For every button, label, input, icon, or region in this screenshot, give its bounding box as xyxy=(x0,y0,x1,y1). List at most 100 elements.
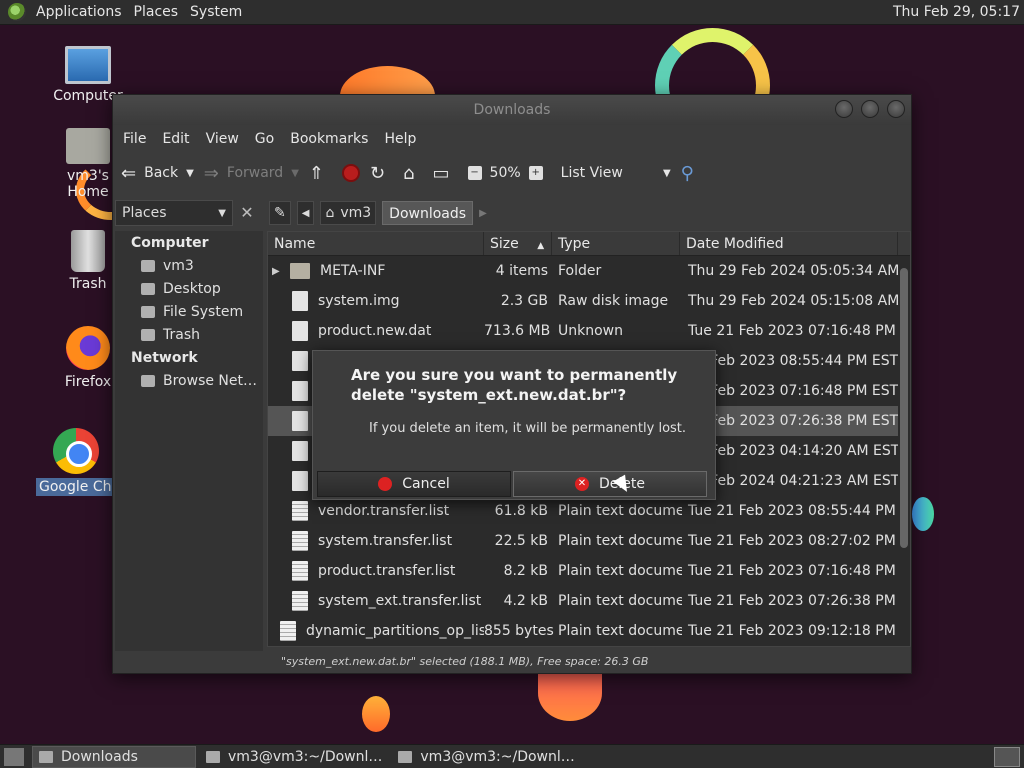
cancel-icon xyxy=(378,477,393,491)
toolbar: ⇐ Back ▼ ⇒ Forward ▼ ⇑ ↻ ⌂ ▭ − 50% + Lis… xyxy=(113,153,911,193)
table-row[interactable]: vendor.transfer.list 61.8 kB Plain text do… xyxy=(268,496,910,526)
table-row[interactable]: system.img 2.3 GB Raw disk image Thu 29 Feb… xyxy=(268,286,910,316)
search-button[interactable]: ⚲ xyxy=(681,163,702,184)
status-bar: "system_ext.new.dat.br" selected (188.1 … xyxy=(281,655,649,668)
home-button[interactable]: ⌂ xyxy=(403,163,422,184)
delete-button[interactable]: ✕ Delete xyxy=(513,471,707,497)
sidebar-item-label: Trash xyxy=(163,326,200,343)
close-icon: ✕ xyxy=(240,203,254,222)
table-row[interactable]: system_ext.transfer.list 4.2 kB Plain text… xyxy=(268,586,910,616)
sidebar-type-select[interactable]: Places ▼ xyxy=(115,200,233,226)
workspace-switcher-icon[interactable] xyxy=(994,747,1020,767)
chevron-down-icon: ▼ xyxy=(662,167,671,179)
sidebar-item-desktop[interactable]: Desktop xyxy=(115,277,263,300)
window-title: Downloads xyxy=(473,102,551,118)
view-mode-select[interactable]: List View ▼ xyxy=(561,165,671,181)
back-history-dropdown-icon[interactable]: ▼ xyxy=(186,168,194,179)
file-name: system.img xyxy=(318,293,400,309)
taskbar-item-label: vm3@vm3:~/Downl… xyxy=(420,748,575,765)
search-icon: ⚲ xyxy=(680,162,694,184)
close-sidebar-button[interactable]: ✕ xyxy=(235,200,259,226)
cell-size: 8.2 kB xyxy=(503,563,548,579)
text-file-icon xyxy=(292,591,308,611)
chevron-right-icon[interactable]: ▶ xyxy=(479,208,487,219)
breadcrumb-downloads[interactable]: Downloads xyxy=(382,201,474,225)
cell-date: Thu 29 Feb 2024 05:05:34 AM EST xyxy=(688,263,900,279)
taskbar-item-terminal[interactable]: vm3@vm3:~/Downl… xyxy=(392,746,580,768)
cell-name: system.img xyxy=(268,291,484,311)
table-row[interactable]: product.new.dat 713.6 MB Unknown Tue 21 Feb… xyxy=(268,316,910,346)
menu-bookmarks[interactable]: Bookmarks xyxy=(284,131,374,147)
zoom-in-icon[interactable]: + xyxy=(528,166,543,180)
file-icon xyxy=(292,291,308,311)
home-folder-icon: ⌂ xyxy=(325,205,335,221)
breadcrumb-left-button[interactable]: ◀ xyxy=(296,201,315,225)
close-button[interactable] xyxy=(887,100,905,118)
taskbar-item-label: vm3@vm3:~/Downl… xyxy=(228,748,383,765)
sidebar-item-label: Desktop xyxy=(163,280,221,297)
scrollbar-thumb[interactable] xyxy=(900,268,908,548)
system-menu[interactable]: System xyxy=(184,4,248,20)
menu-view[interactable]: View xyxy=(200,131,245,147)
back-button[interactable]: ⇐ Back xyxy=(121,163,178,184)
desktop-icon-chrome[interactable]: Google Chrome xyxy=(36,428,116,500)
toggle-location-entry-button[interactable]: ✎ xyxy=(269,201,291,225)
computer-button[interactable]: ▭ xyxy=(433,163,458,184)
forward-button[interactable]: ⇒ Forward xyxy=(204,163,283,184)
cell-date: Thu 29 Feb 2024 05:15:08 AM EST xyxy=(688,293,900,309)
terminal-icon xyxy=(398,750,413,763)
taskbar-item-label: Downloads xyxy=(61,748,138,765)
desktop-folder-icon xyxy=(141,282,155,295)
taskbar-item-terminal[interactable]: vm3@vm3:~/Downl… xyxy=(200,746,388,768)
file-name: vendor.transfer.list xyxy=(318,503,450,519)
forward-history-dropdown-icon[interactable]: ▼ xyxy=(291,168,299,179)
table-row[interactable]: product.transfer.list 8.2 kB Plain text do… xyxy=(268,556,910,586)
cell-name: product.transfer.list xyxy=(268,561,484,581)
cell-date: Tue 21 Feb 2023 07:16:48 PM EST xyxy=(688,563,900,579)
cell-type: Plain text document xyxy=(558,593,682,609)
window-titlebar[interactable]: Downloads xyxy=(113,95,911,125)
table-row[interactable]: dynamic_partitions_op_list 855 bytes Plain… xyxy=(268,616,910,646)
cell-type: Plain text document xyxy=(558,563,682,579)
dialog-title: Are you sure you want to permanently del… xyxy=(351,366,678,404)
cancel-button[interactable]: Cancel xyxy=(317,471,511,497)
sidebar-item-file-system[interactable]: File System xyxy=(115,300,263,323)
column-name-header[interactable]: Name xyxy=(268,232,484,255)
maximize-button[interactable] xyxy=(861,100,879,118)
show-desktop-icon[interactable] xyxy=(4,747,24,766)
column-type-header[interactable]: Type xyxy=(552,232,680,255)
clock[interactable]: Thu Feb 29, 05:17 xyxy=(893,4,1020,20)
expander-icon[interactable]: ▶ xyxy=(272,266,284,277)
breadcrumb-vm3[interactable]: ⌂ vm3 xyxy=(320,201,377,225)
column-size-header[interactable]: Size ▲ xyxy=(484,232,552,255)
taskbar-item-downloads[interactable]: Downloads xyxy=(32,745,196,768)
menu-file[interactable]: File xyxy=(117,131,152,147)
sidebar-heading-network: Network xyxy=(131,350,198,366)
minimize-button[interactable] xyxy=(835,100,853,118)
stop-button[interactable] xyxy=(342,164,360,182)
desktop-icon-label: Firefox xyxy=(64,374,112,390)
menu-help[interactable]: Help xyxy=(378,131,422,147)
distro-logo-icon[interactable] xyxy=(8,3,26,21)
computer-icon: ▭ xyxy=(432,162,450,184)
table-row[interactable]: system.transfer.list 22.5 kB Plain text do… xyxy=(268,526,910,556)
cell-type: Plain text document xyxy=(558,503,682,519)
trash-icon xyxy=(141,328,155,341)
file-icon xyxy=(292,471,308,491)
column-date-header[interactable]: Date Modified xyxy=(680,232,898,255)
table-row[interactable]: ▶ META-INF 4 items Folder Thu 29 Feb 2024 05… xyxy=(268,256,910,286)
file-icon xyxy=(292,321,308,341)
menu-go[interactable]: Go xyxy=(249,131,280,147)
sidebar-item-trash[interactable]: Trash xyxy=(115,323,263,346)
sidebar-item-vm3[interactable]: vm3 xyxy=(115,254,263,277)
vertical-scrollbar[interactable] xyxy=(898,256,910,646)
reload-button[interactable]: ↻ xyxy=(370,163,393,184)
applications-menu[interactable]: Applications xyxy=(30,4,128,20)
menu-edit[interactable]: Edit xyxy=(156,131,195,147)
zoom-out-icon[interactable]: − xyxy=(467,166,482,180)
file-name: system.transfer.list xyxy=(318,533,453,549)
cell-name: system.transfer.list xyxy=(268,531,484,551)
sidebar-item-browse-network[interactable]: Browse Net… xyxy=(115,369,263,392)
places-menu[interactable]: Places xyxy=(128,4,185,20)
up-button[interactable]: ⇑ xyxy=(309,163,332,184)
